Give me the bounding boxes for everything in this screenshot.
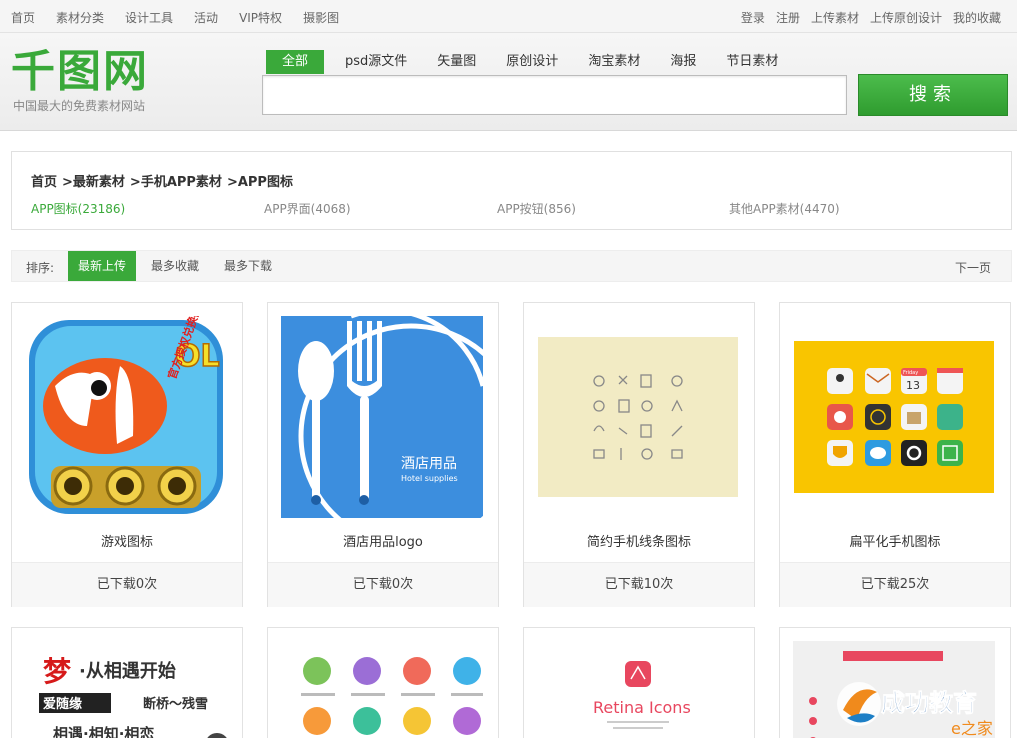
card-download-count: 已下载25次 bbox=[780, 562, 1010, 607]
calendar-day-label: Friday bbox=[903, 370, 918, 376]
breadcrumb: 首页 >最新素材 >手机APP素材 >APP图标 bbox=[31, 171, 298, 190]
upload-link[interactable]: 上传素材 bbox=[811, 9, 859, 26]
watermark-logo-icon: 成功教育 e之家 bbox=[837, 682, 993, 738]
clownfish-game-icon: OL 官方授权兑换码 bbox=[29, 316, 223, 514]
spoon-fork-icon: 酒店用品 Hotel supplies bbox=[281, 316, 483, 518]
logo-subtitle: 中国最大的免费素材网站 bbox=[13, 99, 146, 113]
card-title[interactable]: 简约手机线条图标 bbox=[524, 531, 754, 550]
sort-most-favorited[interactable]: 最多收藏 bbox=[141, 251, 209, 281]
card-title[interactable]: 游戏图标 bbox=[12, 531, 242, 550]
search-tab-taobao[interactable]: 淘宝素材 bbox=[573, 50, 655, 74]
material-card[interactable]: Friday 13 扁平化手机图标 已下载25次 bbox=[779, 302, 1011, 607]
favorites-link[interactable]: 我的收藏 bbox=[953, 9, 1001, 26]
subcat-app-icons[interactable]: APP图标(23186) bbox=[31, 200, 125, 217]
sort-bar: 排序: 最新上传 最多收藏 最多下载 下一页 bbox=[11, 250, 1012, 282]
topnav-home[interactable]: 首页 bbox=[11, 9, 35, 26]
site-watermark: 成功教育 e之家 bbox=[833, 676, 1017, 738]
card-thumbnail[interactable] bbox=[537, 316, 739, 518]
top-nav: 首页 素材分类 设计工具 活动 VIP特权 摄影图 bbox=[11, 9, 360, 26]
topnav-vip[interactable]: VIP特权 bbox=[239, 9, 282, 26]
search-tab-all[interactable]: 全部 bbox=[266, 50, 324, 74]
breadcrumb-latest[interactable]: >最新素材 bbox=[62, 171, 125, 190]
hotel-logo-cn: 酒店用品 bbox=[401, 456, 457, 472]
line-icons-sheet bbox=[537, 316, 739, 518]
sort-most-downloaded[interactable]: 最多下载 bbox=[214, 251, 282, 281]
flat-icons-sheet: Friday 13 bbox=[793, 316, 995, 518]
search-tabs: 全部 psd源文件 矢量图 原创设计 淘宝素材 海报 节日素材 bbox=[266, 50, 793, 74]
material-card[interactable]: Retina Icons bbox=[523, 627, 755, 738]
logo[interactable]: 千图网 中国最大的免费素材网站 bbox=[11, 47, 171, 117]
banner-slogan: ·从相遇开始 bbox=[79, 660, 176, 682]
card-thumbnail[interactable]: 梦 ·从相遇开始 爱随缘 断桥～残雪 相遇·相知·相恋 bbox=[25, 641, 227, 738]
search-tab-holiday[interactable]: 节日素材 bbox=[711, 50, 793, 74]
search-tab-poster[interactable]: 海报 bbox=[655, 50, 711, 74]
banner-dream-char: 梦 bbox=[43, 655, 72, 688]
breadcrumb-home[interactable]: 首页 bbox=[31, 171, 57, 190]
user-links: 登录 注册 上传素材 上传原创设计 我的收藏 bbox=[730, 9, 1001, 26]
topnav-categories[interactable]: 素材分类 bbox=[56, 9, 104, 26]
material-card[interactable]: 梦 ·从相遇开始 爱随缘 断桥～残雪 相遇·相知·相恋 bbox=[11, 627, 243, 738]
subcat-other-app[interactable]: 其他APP素材(4470) bbox=[729, 200, 840, 217]
subcat-app-ui[interactable]: APP界面(4068) bbox=[264, 200, 351, 217]
colorful-circle-icons bbox=[281, 641, 483, 738]
material-card[interactable] bbox=[267, 627, 499, 738]
search-input[interactable] bbox=[262, 75, 847, 115]
logo-text: 千图网 bbox=[11, 46, 149, 97]
sort-label: 排序: bbox=[26, 261, 55, 275]
retina-icons-title: Retina Icons bbox=[593, 698, 691, 717]
search-button[interactable]: 搜索 bbox=[858, 74, 1008, 116]
topnav-photos[interactable]: 摄影图 bbox=[303, 9, 339, 26]
card-download-count: 已下载10次 bbox=[524, 562, 754, 607]
retina-icons-preview: Retina Icons bbox=[537, 641, 739, 738]
watermark-sub: e之家 bbox=[951, 719, 993, 738]
topnav-design-tools[interactable]: 设计工具 bbox=[125, 9, 173, 26]
topnav-events[interactable]: 活动 bbox=[194, 9, 218, 26]
header: 千图网 中国最大的免费素材网站 全部 psd源文件 矢量图 原创设计 淘宝素材 … bbox=[0, 33, 1017, 131]
subcat-app-buttons[interactable]: APP按钮(856) bbox=[497, 200, 576, 217]
register-link[interactable]: 注册 bbox=[776, 9, 800, 26]
card-thumbnail[interactable]: Friday 13 bbox=[793, 316, 995, 518]
material-card[interactable]: OL 官方授权兑换码 游戏图标 已下载0次 bbox=[11, 302, 243, 607]
top-bar: 首页 素材分类 设计工具 活动 VIP特权 摄影图 登录 注册 上传素材 上传原… bbox=[0, 0, 1017, 33]
card-thumbnail[interactable]: Retina Icons bbox=[537, 641, 739, 738]
sort-newest[interactable]: 最新上传 bbox=[68, 251, 137, 281]
material-card[interactable]: 酒店用品 Hotel supplies 酒店用品logo 已下载0次 bbox=[267, 302, 499, 607]
hotel-logo-en: Hotel supplies bbox=[401, 474, 458, 483]
card-download-count: 已下载0次 bbox=[12, 562, 242, 607]
login-link[interactable]: 登录 bbox=[741, 9, 765, 26]
calendar-date: 13 bbox=[906, 379, 920, 392]
banner-tag-left: 爱随缘 bbox=[43, 696, 82, 712]
next-page-link[interactable]: 下一页 bbox=[955, 259, 991, 276]
card-thumbnail[interactable]: 酒店用品 Hotel supplies bbox=[281, 316, 483, 518]
search-tab-vector[interactable]: 矢量图 bbox=[422, 50, 491, 74]
card-title[interactable]: 酒店用品logo bbox=[268, 531, 498, 550]
banner-tag-right: 断桥～残雪 bbox=[143, 696, 208, 712]
card-download-count: 已下载0次 bbox=[268, 562, 498, 607]
category-box: 首页 >最新素材 >手机APP素材 >APP图标 APP图标(23186) AP… bbox=[11, 151, 1012, 230]
watermark-text: 成功教育 bbox=[881, 689, 977, 717]
breadcrumb-app[interactable]: >手机APP素材 bbox=[130, 171, 222, 190]
breadcrumb-app-icons[interactable]: >APP图标 bbox=[227, 171, 293, 190]
search-tab-original[interactable]: 原创设计 bbox=[491, 50, 573, 74]
card-thumbnail[interactable] bbox=[281, 641, 483, 738]
search-tab-psd[interactable]: psd源文件 bbox=[330, 50, 422, 74]
card-thumbnail[interactable]: OL 官方授权兑换码 bbox=[25, 316, 227, 518]
card-title[interactable]: 扁平化手机图标 bbox=[780, 531, 1010, 550]
material-card[interactable]: 简约手机线条图标 已下载10次 bbox=[523, 302, 755, 607]
calligraphy-banner: 梦 ·从相遇开始 爱随缘 断桥～残雪 相遇·相知·相恋 bbox=[25, 641, 227, 738]
upload-original-link[interactable]: 上传原创设计 bbox=[870, 9, 942, 26]
banner-bottom-line: 相遇·相知·相恋 bbox=[53, 725, 154, 738]
